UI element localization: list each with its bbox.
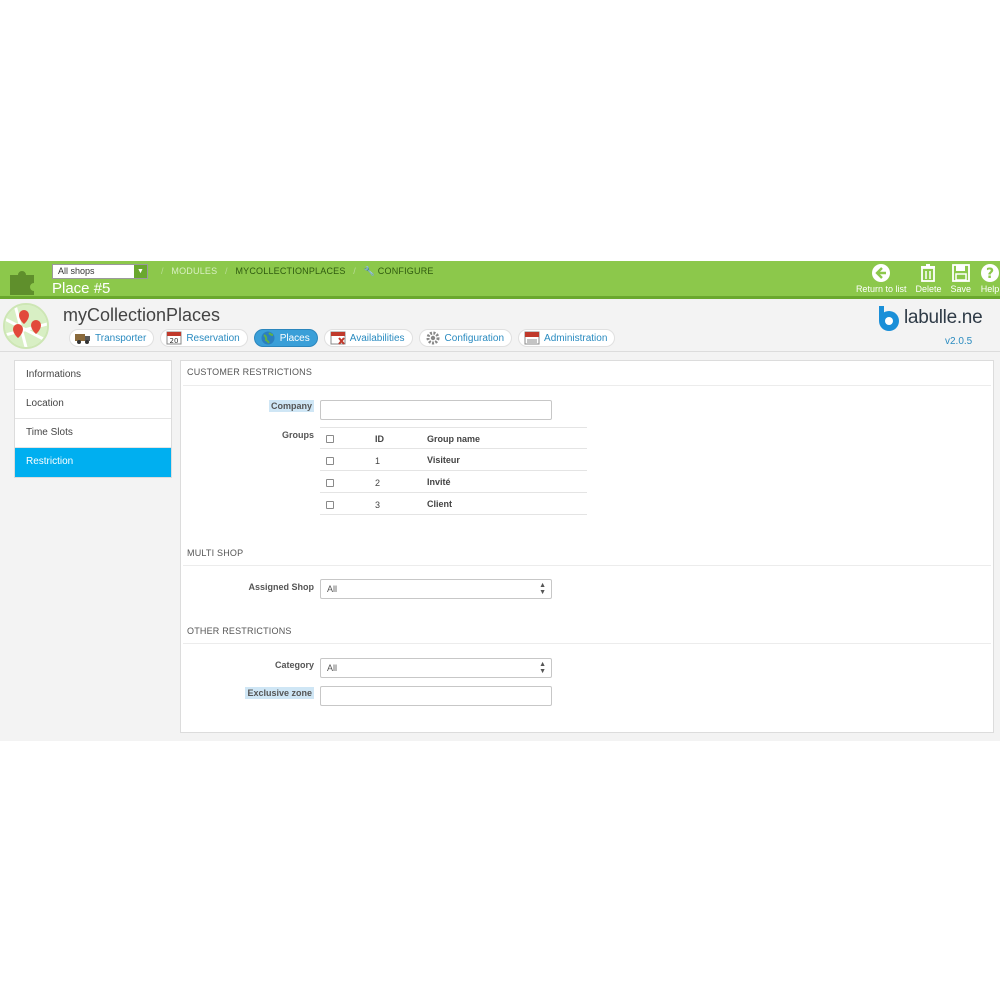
toolbar: Return to list Delete Save ? Help xyxy=(847,263,1000,297)
globe-icon xyxy=(261,331,275,345)
brand-name: labulle.ne xyxy=(904,307,983,328)
tab-reservation[interactable]: 20 Reservation xyxy=(160,329,248,347)
group-id: 1 xyxy=(375,456,381,466)
sidebar: Informations Location Time Slots Restric… xyxy=(14,360,172,478)
breadcrumb-modules[interactable]: MODULES xyxy=(171,266,217,276)
other-restrictions-title: OTHER RESTRICTIONS xyxy=(187,626,292,636)
module-tabs: Transporter 20 Reservation Places Availa… xyxy=(69,329,621,347)
section-divider xyxy=(183,385,991,386)
tab-administration[interactable]: Administration xyxy=(518,329,616,347)
column-header-group-name: Group name xyxy=(427,434,481,444)
wrench-icon: 🔧 xyxy=(363,266,376,276)
multi-shop-title: MULTI SHOP xyxy=(187,548,244,558)
tab-transporter[interactable]: Transporter xyxy=(69,329,155,347)
group-name: Client xyxy=(427,499,453,509)
save-label: Save xyxy=(950,284,971,294)
section-divider xyxy=(183,643,991,644)
select-all-groups-checkbox[interactable] xyxy=(326,435,334,443)
floppy-icon xyxy=(951,264,970,282)
groups-table: ID Group name 1 Visiteur 2 Invité 3 Clie… xyxy=(320,427,587,515)
module-version: v2.0.5 xyxy=(945,336,973,347)
return-to-list-label: Return to list xyxy=(855,284,907,294)
help-icon: ? xyxy=(981,264,999,282)
back-arrow-icon xyxy=(872,264,891,282)
tab-transporter-label: Transporter xyxy=(95,332,147,344)
tab-availabilities-label: Availabilities xyxy=(349,332,405,344)
save-button[interactable]: Save xyxy=(950,263,971,297)
chevron-down-icon: ▼ xyxy=(134,265,147,278)
groups-label: Groups xyxy=(281,430,314,440)
delete-button[interactable]: Delete xyxy=(915,263,941,297)
brand-logo: labulle.ne xyxy=(876,304,1000,332)
svg-text:20: 20 xyxy=(170,337,179,345)
trash-icon xyxy=(921,264,936,282)
breadcrumb-configure: CONFIGURE xyxy=(377,266,434,276)
assigned-shop-label: Assigned Shop xyxy=(248,582,314,592)
tab-places[interactable]: Places xyxy=(253,329,318,347)
sidebar-item-informations[interactable]: Informations xyxy=(15,361,171,390)
calendar-icon: 20 xyxy=(166,331,182,345)
tab-configuration-label: Configuration xyxy=(444,332,505,344)
truck-icon xyxy=(75,334,90,344)
section-divider xyxy=(183,565,991,566)
group-name: Invité xyxy=(427,477,451,487)
groups-table-header: ID Group name xyxy=(320,427,587,449)
sidebar-item-restriction[interactable]: Restriction xyxy=(15,448,171,477)
group-checkbox[interactable] xyxy=(326,457,334,465)
top-bar: All shops ▼ / MODULES / MYCOLLECTIONPLAC… xyxy=(0,261,1000,299)
tab-reservation-label: Reservation xyxy=(186,332,240,344)
customer-restrictions-title: CUSTOMER RESTRICTIONS xyxy=(187,367,313,377)
table-row: 1 Visiteur xyxy=(320,449,587,471)
tab-configuration[interactable]: Configuration xyxy=(418,329,513,347)
table-row: 3 Client xyxy=(320,493,587,515)
calendar-red-icon xyxy=(524,331,540,345)
group-checkbox[interactable] xyxy=(326,479,334,487)
group-id: 3 xyxy=(375,500,381,510)
column-header-id: ID xyxy=(375,434,384,444)
category-select[interactable]: All ▲ ▼ xyxy=(320,658,552,678)
map-pin-icon xyxy=(3,303,49,349)
group-checkbox[interactable] xyxy=(326,501,334,509)
select-arrows-icon: ▲ ▼ xyxy=(539,661,546,675)
company-input[interactable] xyxy=(320,400,552,420)
tab-availabilities[interactable]: Availabilities xyxy=(323,329,413,347)
exclusive-zone-label: Exclusive zone xyxy=(245,687,314,699)
company-label: Company xyxy=(268,400,314,412)
category-value: All xyxy=(327,663,338,673)
restriction-panel: CUSTOMER RESTRICTIONS Company Groups ID … xyxy=(180,360,994,733)
labulle-logo-icon xyxy=(879,306,899,331)
table-row: 2 Invité xyxy=(320,471,587,493)
calendar-x-icon xyxy=(330,331,346,345)
tab-places-label: Places xyxy=(279,332,310,344)
select-arrows-icon: ▲ ▼ xyxy=(539,582,546,596)
puzzle-icon xyxy=(10,271,34,295)
sidebar-item-time-slots[interactable]: Time Slots xyxy=(15,419,171,448)
assigned-shop-select[interactable]: All ▲ ▼ xyxy=(320,579,552,599)
gear-icon xyxy=(426,331,440,345)
page-title: Place #5 xyxy=(52,280,111,297)
return-to-list-button[interactable]: Return to list xyxy=(855,263,907,297)
category-label: Category xyxy=(274,660,314,670)
shop-select-value: All shops xyxy=(58,266,95,276)
svg-text:?: ? xyxy=(986,266,994,282)
group-name: Visiteur xyxy=(427,455,460,465)
help-button[interactable]: ? Help xyxy=(980,263,1000,297)
group-id: 2 xyxy=(375,478,381,488)
exclusive-zone-input[interactable] xyxy=(320,686,552,706)
breadcrumb: / MODULES / MYCOLLECTIONPLACES / 🔧 CONFI… xyxy=(161,266,434,276)
help-label: Help xyxy=(980,284,1000,294)
delete-label: Delete xyxy=(915,284,942,294)
tab-administration-label: Administration xyxy=(544,332,608,344)
shop-select[interactable]: All shops ▼ xyxy=(52,264,148,279)
app-window: All shops ▼ / MODULES / MYCOLLECTIONPLAC… xyxy=(0,261,1000,741)
sidebar-item-location[interactable]: Location xyxy=(15,390,171,419)
module-header: myCollectionPlaces Transporter 20 Reserv… xyxy=(0,302,1000,352)
module-title: myCollectionPlaces xyxy=(63,305,221,325)
breadcrumb-module[interactable]: MYCOLLECTIONPLACES xyxy=(235,266,345,276)
assigned-shop-value: All xyxy=(327,584,338,594)
